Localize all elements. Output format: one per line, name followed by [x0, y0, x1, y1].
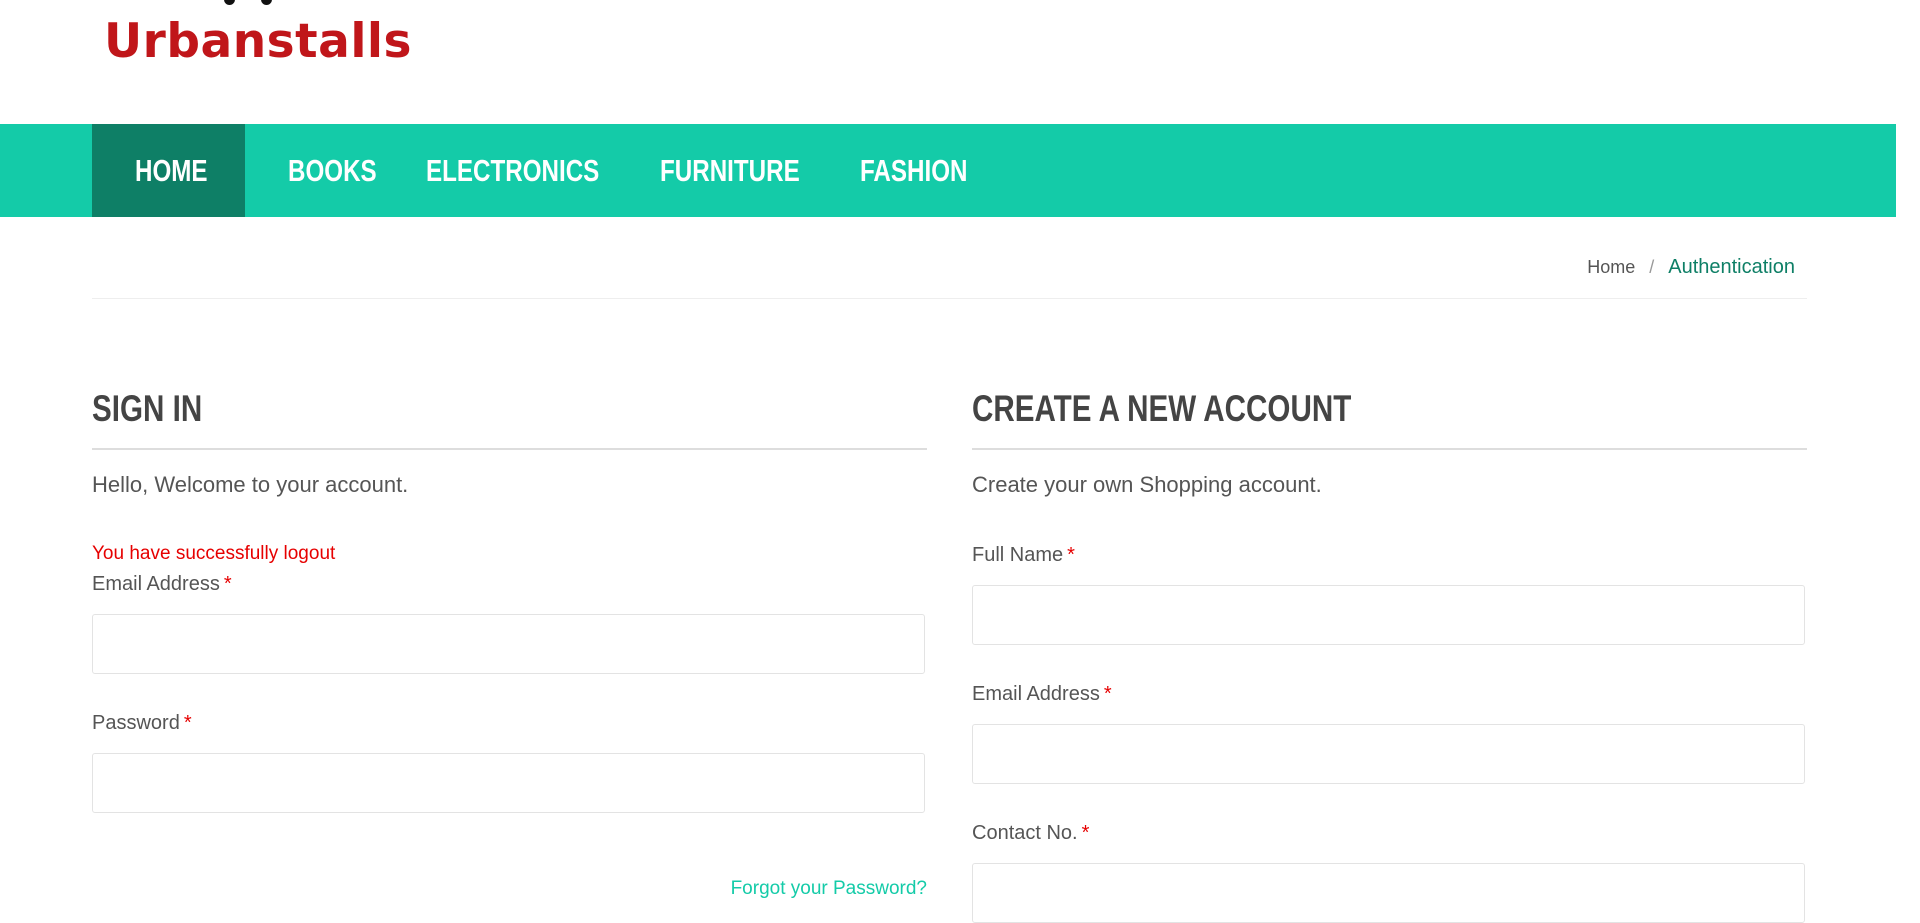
signup-section: CREATE A NEW ACCOUNT Create your own Sho…	[972, 380, 1807, 923]
signin-password-input[interactable]	[92, 753, 925, 813]
required-mark: *	[1103, 683, 1112, 705]
forgot-password-link[interactable]: Forgot your Password?	[731, 878, 927, 900]
signup-title-rule	[972, 448, 1807, 450]
signin-title-rule	[92, 448, 927, 450]
nav-item-books[interactable]: BOOKS	[245, 124, 383, 217]
required-mark: *	[183, 712, 192, 734]
breadcrumb-current: Authentication	[1668, 256, 1795, 278]
nav-item-label: HOME	[135, 153, 208, 188]
signup-contact-label-text: Contact No.	[972, 822, 1078, 844]
nav-item-label: FURNITURE	[660, 153, 800, 188]
signup-fullname-label-text: Full Name	[972, 544, 1064, 566]
signup-contact-label: Contact No. *	[972, 822, 1089, 845]
signin-email-label-text: Email Address	[92, 573, 220, 595]
site-header: Urbanstalls	[0, 0, 1920, 124]
signup-fullname-label: Full Name *	[972, 544, 1075, 567]
breadcrumb: Home / Authentication	[1587, 252, 1795, 282]
nav-item-home[interactable]: HOME	[92, 124, 245, 217]
signin-email-label: Email Address *	[92, 573, 232, 596]
breadcrumb-home-link[interactable]: Home	[1587, 257, 1635, 277]
signup-subtitle: Create your own Shopping account.	[972, 472, 1322, 497]
signin-subtitle: Hello, Welcome to your account.	[92, 472, 409, 497]
signin-password-label: Password *	[92, 712, 192, 735]
signup-fullname-input[interactable]	[972, 585, 1805, 645]
breadcrumb-separator: /	[1649, 257, 1655, 277]
nav-item-furniture[interactable]: FURNITURE	[617, 124, 817, 217]
signup-email-label: Email Address *	[972, 683, 1112, 706]
logout-alert: You have successfully logout	[92, 543, 336, 564]
required-mark: *	[1067, 544, 1075, 566]
nav-item-label: ELECTRONICS	[426, 153, 600, 188]
nav-item-fashion[interactable]: FASHION	[817, 124, 997, 217]
required-mark: *	[1081, 822, 1090, 844]
nav-item-electronics[interactable]: ELECTRONICS	[383, 124, 617, 217]
signin-section: SIGN IN Hello, Welcome to your account. …	[92, 380, 927, 899]
signup-contact-input[interactable]	[972, 863, 1805, 923]
signup-email-label-text: Email Address	[972, 683, 1100, 705]
nav-item-label: BOOKS	[288, 153, 377, 188]
signin-email-input[interactable]	[92, 614, 925, 674]
required-mark: *	[223, 573, 232, 595]
logo-text: Urbanstalls	[104, 14, 413, 69]
nav-item-label: FASHION	[860, 153, 968, 188]
logo-cart-dots	[214, 0, 274, 6]
divider	[92, 298, 1807, 299]
main-nav: HOME BOOKS ELECTRONICS FURNITURE FASHION	[0, 124, 1896, 217]
signin-title: SIGN IN	[92, 388, 203, 429]
signup-title: CREATE A NEW ACCOUNT	[972, 388, 1352, 429]
signin-password-label-text: Password	[92, 712, 180, 734]
nav-list: HOME BOOKS ELECTRONICS FURNITURE FASHION	[92, 124, 997, 217]
signup-email-input[interactable]	[972, 724, 1805, 784]
